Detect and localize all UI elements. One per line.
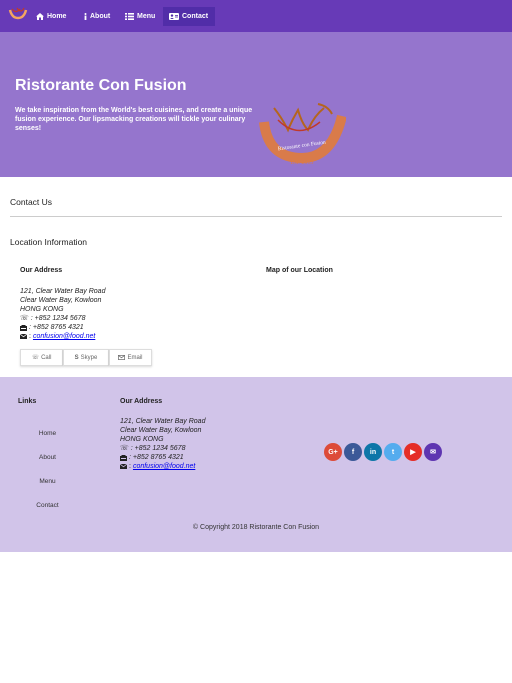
envelope-icon (20, 334, 27, 339)
restaurant-logo-icon: Ristorante con Fusion Est. 2013 (259, 103, 346, 166)
address-card-icon (169, 13, 179, 20)
mail-icon[interactable]: ✉ (424, 443, 442, 461)
contact-title: Contact Us (10, 197, 53, 207)
email-link[interactable]: confusion@food.net (33, 332, 95, 341)
phone-number: : +852 1234 5678 (30, 315, 86, 322)
address-heading: Our Address (20, 267, 63, 274)
footer-links-title: Links (18, 398, 37, 405)
address-line: HONG KONG (120, 436, 164, 443)
phone-row: ☏ : +852 1234 5678 (120, 444, 205, 453)
skype-button-label: Skype (80, 354, 98, 361)
nav-about[interactable]: About (78, 7, 116, 26)
fax-number: : +852 8765 4321 (29, 324, 84, 331)
nav-menu-label: Menu (137, 13, 156, 20)
contact-address: 121, Clear Water Bay Road Clear Water Ba… (20, 287, 105, 341)
address-line: 121, Clear Water Bay Road (120, 418, 206, 425)
nav-about-label: About (90, 13, 111, 20)
footer-address: 121, Clear Water Bay Road Clear Water Ba… (120, 417, 205, 471)
email-button[interactable]: Email (109, 349, 152, 366)
divider (10, 216, 502, 217)
fax-row: : +852 8765 4321 (20, 323, 105, 332)
envelope-icon (120, 464, 127, 469)
youtube-icon[interactable]: ▶ (404, 443, 422, 461)
location-title: Location Information (10, 237, 88, 247)
fax-row: : +852 8765 4321 (120, 453, 205, 462)
google-plus-icon[interactable]: G+ (324, 443, 342, 461)
phone-icon: ☏ (20, 315, 29, 322)
call-button-label: Call (41, 354, 52, 361)
logo-est-text: Est. 2013 (291, 160, 314, 166)
map-heading: Map of our Location (266, 267, 333, 274)
email-row: : confusion@food.net (120, 462, 205, 471)
fax-icon (20, 324, 27, 331)
social-buttons: G+ f in t ▶ ✉ (324, 443, 442, 461)
email-button-label: Email (127, 354, 143, 361)
contact-button-group: ☏ Call S Skype Email (20, 349, 152, 366)
nav-contact[interactable]: Contact (163, 7, 215, 26)
skype-icon: S (74, 354, 79, 361)
footer-link-about[interactable]: About (0, 454, 95, 461)
brand-logo-icon[interactable] (8, 5, 28, 25)
envelope-icon (118, 355, 126, 360)
linkedin-icon[interactable]: in (364, 443, 382, 461)
home-icon (36, 13, 44, 20)
phone-icon: ☏ (120, 445, 129, 452)
nav-contact-label: Contact (182, 13, 209, 20)
phone-icon: ☏ (31, 355, 40, 361)
fax-icon (120, 454, 127, 461)
nav-home[interactable]: Home (30, 7, 72, 26)
twitter-icon[interactable]: t (384, 443, 402, 461)
nav-menu[interactable]: Menu (119, 7, 161, 26)
copyright: © Copyright 2018 Ristorante Con Fusion (192, 524, 320, 531)
footer: Links Home About Menu Contact Our Addres… (0, 377, 512, 552)
address-line: Clear Water Bay, Kowloon (20, 297, 102, 304)
address-line: Clear Water Bay, Kowloon (120, 427, 202, 434)
navbar: Home About Menu Contact (0, 0, 512, 32)
footer-link-home[interactable]: Home (0, 430, 95, 437)
jumbotron-text: We take inspiration from the World's bes… (15, 107, 253, 133)
footer-address-heading: Our Address (120, 398, 163, 405)
jumbotron-title: Ristorante Con Fusion (15, 77, 187, 94)
call-button[interactable]: ☏ Call (20, 349, 63, 366)
phone-number: : +852 1234 5678 (130, 445, 186, 452)
email-link[interactable]: confusion@food.net (133, 462, 195, 471)
email-row: : confusion@food.net (20, 332, 105, 341)
address-line: 121, Clear Water Bay Road (20, 288, 106, 295)
fax-number: : +852 8765 4321 (129, 454, 184, 461)
footer-link-menu[interactable]: Menu (0, 478, 95, 485)
jumbotron: Ristorante Con Fusion We take inspiratio… (0, 32, 512, 177)
footer-link-contact[interactable]: Contact (0, 502, 95, 509)
facebook-icon[interactable]: f (344, 443, 362, 461)
address-line: HONG KONG (20, 306, 64, 313)
list-icon (125, 13, 134, 20)
nav-home-label: Home (47, 13, 67, 20)
skype-button[interactable]: S Skype (63, 349, 109, 366)
phone-row: ☏ : +852 1234 5678 (20, 314, 105, 323)
info-icon (84, 13, 87, 20)
